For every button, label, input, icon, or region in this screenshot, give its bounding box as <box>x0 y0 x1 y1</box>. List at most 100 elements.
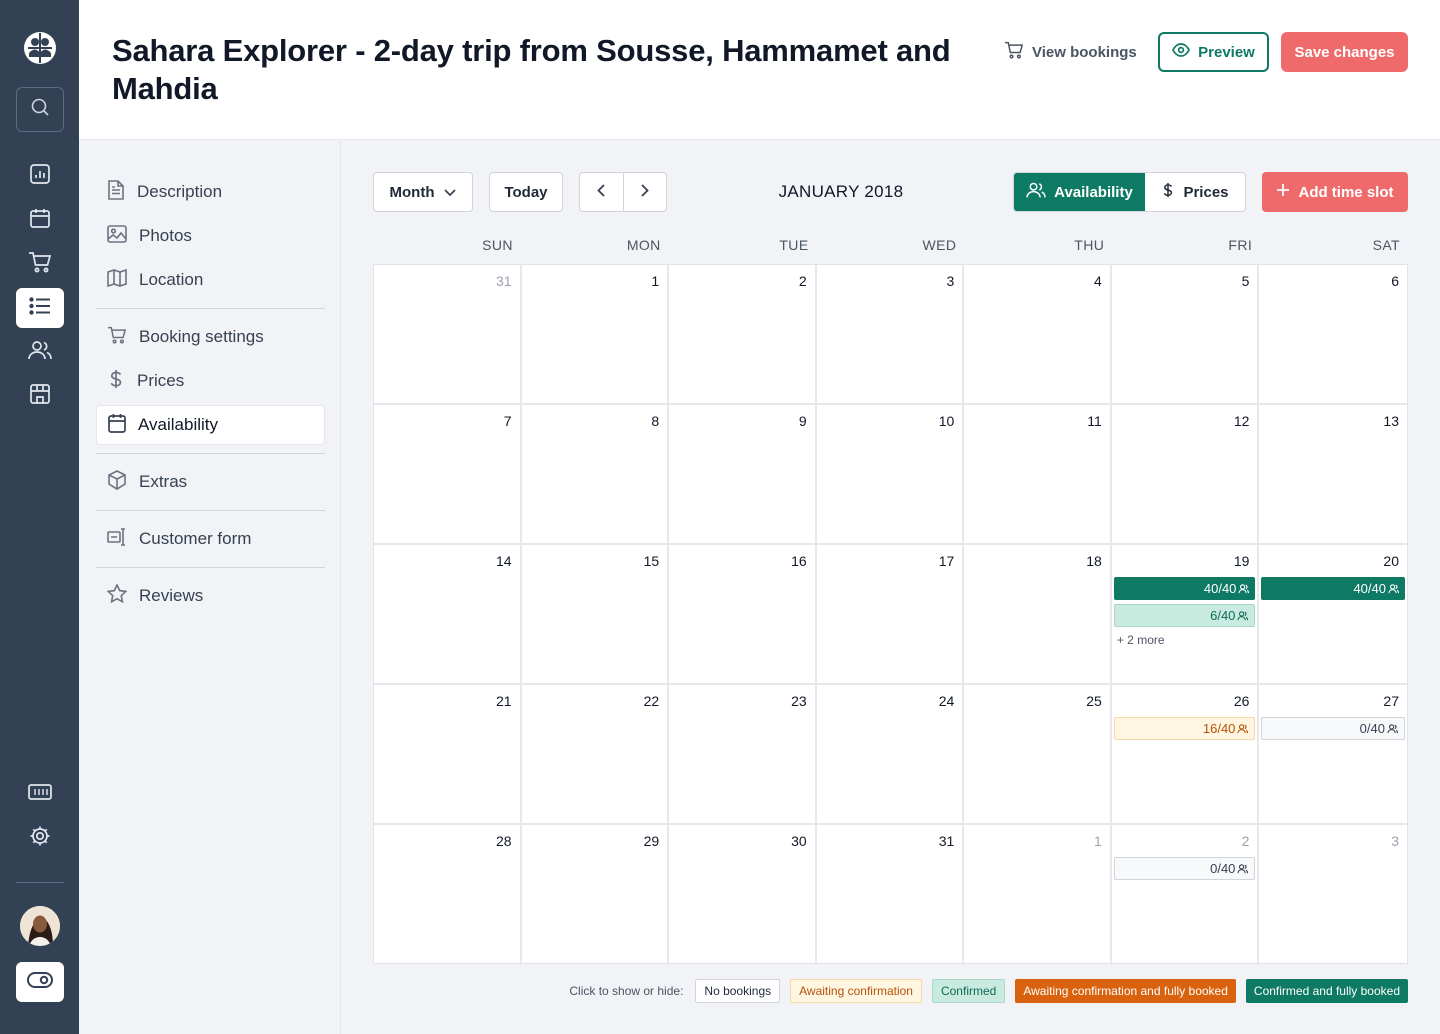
day-number: 13 <box>1383 413 1399 429</box>
theme-toggle[interactable] <box>16 962 64 1002</box>
preview-button[interactable]: Preview <box>1158 32 1269 72</box>
calendar-day[interactable]: 26 16/40 <box>1111 685 1260 825</box>
day-number: 25 <box>1086 693 1102 709</box>
calendar-day[interactable]: 10 <box>816 405 965 545</box>
map-icon <box>107 268 127 292</box>
day-number: 3 <box>946 273 955 289</box>
calendar-day[interactable]: 12 <box>1111 405 1260 545</box>
calendar-day[interactable]: 25 <box>964 685 1112 825</box>
view-mode-select[interactable]: Month <box>373 172 473 212</box>
prices-tab[interactable]: Prices <box>1145 173 1245 211</box>
day-number: 29 <box>643 833 660 849</box>
time-slot[interactable]: 0/40 <box>1113 857 1256 880</box>
time-slot[interactable]: 40/40 <box>1261 577 1405 600</box>
avatar[interactable] <box>20 906 60 946</box>
previous-month-button[interactable] <box>580 173 623 211</box>
calendar-day[interactable]: 1 <box>964 825 1112 965</box>
day-number: 9 <box>798 413 807 429</box>
settings-button[interactable] <box>16 818 64 858</box>
status-legend: Click to show or hide: No bookings Awaiti… <box>341 979 1408 1003</box>
day-number: 15 <box>643 553 660 569</box>
calendar-day[interactable]: 4 <box>964 265 1112 405</box>
day-number: 27 <box>1383 693 1399 709</box>
calendar-day[interactable]: 24 <box>816 685 965 825</box>
calendar-day[interactable]: 29 <box>522 825 670 965</box>
nav-item-prices[interactable]: Prices <box>96 361 325 401</box>
nav-item-extras[interactable]: Extras <box>96 462 325 502</box>
calendar-day[interactable]: 3 <box>1259 825 1407 965</box>
calendar-day[interactable]: 3 <box>816 265 965 405</box>
calendar-day[interactable]: 30 <box>669 825 817 965</box>
legend-chip[interactable]: Confirmed and fully booked <box>1245 979 1408 1003</box>
calendar-grid: 31 1 2 3 4 5 6 7 8 9 10 11 12 13 14 15 16 17 18 19 40/40 6/40… <box>373 264 1408 965</box>
availability-tab[interactable]: Availability <box>1014 173 1145 211</box>
logo-icon[interactable] <box>23 31 57 65</box>
calendar-day[interactable]: 21 <box>374 685 522 825</box>
cart-button[interactable] <box>16 244 64 284</box>
calendar-day[interactable]: 20 40/40 <box>1259 545 1407 685</box>
list-button[interactable] <box>16 288 64 328</box>
view-bookings-link[interactable]: View bookings <box>1004 41 1137 63</box>
calendar-day[interactable]: 16 <box>669 545 817 685</box>
nav-item-description[interactable]: Description <box>96 172 325 212</box>
nav-item-photos[interactable]: Photos <box>96 216 325 256</box>
calendar-day[interactable]: 11 <box>964 405 1112 545</box>
calendar-day[interactable]: 7 <box>374 405 522 545</box>
nav-item-customer-form[interactable]: Customer form <box>96 519 325 559</box>
day-number: 21 <box>495 693 512 709</box>
nav-divider <box>96 308 325 309</box>
calendar-day[interactable]: 31 <box>817 825 965 965</box>
legend-chip[interactable]: Confirmed <box>931 979 1006 1003</box>
calendar-day[interactable]: 15 <box>521 545 670 685</box>
day-number: 8 <box>651 413 660 429</box>
more-slots-link[interactable]: + 2 more <box>1114 633 1256 647</box>
calendar-day[interactable]: 5 <box>1111 265 1260 405</box>
calendar-day[interactable]: 22 <box>521 685 670 825</box>
today-button[interactable]: Today <box>489 172 563 212</box>
users-button[interactable] <box>16 332 64 372</box>
nav-item-location[interactable]: Location <box>96 260 325 300</box>
day-number: 6 <box>1391 273 1399 289</box>
legend-chip[interactable]: Awaiting confirmation and fully booked <box>1015 979 1236 1003</box>
calendar-day[interactable]: 6 <box>1259 265 1407 405</box>
next-month-button[interactable] <box>622 173 666 211</box>
calendar-day[interactable]: 8 <box>521 405 670 545</box>
calendar-day[interactable]: 27 0/40 <box>1259 685 1407 825</box>
nav-item-availability[interactable]: Availability <box>96 405 325 445</box>
day-number: 4 <box>1094 273 1102 289</box>
calendar-day[interactable]: 13 <box>1259 405 1407 545</box>
search-button[interactable] <box>16 87 64 132</box>
list-icon <box>29 296 51 320</box>
calendar-day[interactable]: 1 <box>521 265 670 405</box>
ticket-icon <box>28 783 52 806</box>
calendar-day[interactable]: 28 <box>374 825 522 965</box>
analytics-button[interactable] <box>16 156 64 196</box>
calendar-day[interactable]: 31 <box>374 265 522 405</box>
calendar-day[interactable]: 2 0/40 <box>1112 825 1260 965</box>
ticket-button[interactable] <box>16 774 64 814</box>
calendar-day[interactable]: 23 <box>669 685 817 825</box>
nav-item-booking-settings[interactable]: Booking settings <box>96 317 325 357</box>
calendar-day[interactable]: 14 <box>374 545 522 685</box>
time-slot[interactable]: 16/40 <box>1113 717 1256 740</box>
day-number: 2 <box>798 273 807 289</box>
calendar-day[interactable]: 2 <box>669 265 817 405</box>
nav-item-reviews[interactable]: Reviews <box>96 576 325 616</box>
save-changes-button[interactable]: Save changes <box>1281 32 1408 72</box>
calendar-button[interactable] <box>16 200 64 240</box>
legend-chip[interactable]: Awaiting confirmation <box>790 979 922 1003</box>
nav-item-label: Reviews <box>139 586 204 605</box>
nav-item-label: Prices <box>137 371 185 390</box>
time-slot[interactable]: 40/40 <box>1113 577 1256 600</box>
calendar-day[interactable]: 9 <box>669 405 817 545</box>
chevron-down-icon <box>444 184 457 201</box>
time-slot[interactable]: 0/40 <box>1261 717 1405 740</box>
legend-chip[interactable]: No bookings <box>695 979 781 1003</box>
calendar-day[interactable]: 17 <box>816 545 965 685</box>
calendar-day[interactable]: 18 <box>964 545 1112 685</box>
plus-icon <box>1276 183 1290 201</box>
time-slot[interactable]: 6/40 <box>1113 604 1256 627</box>
storefront-button[interactable] <box>16 376 64 416</box>
add-time-slot-button[interactable]: Add time slot <box>1262 172 1408 212</box>
calendar-day[interactable]: 19 40/40 6/40 + 2 more <box>1111 545 1260 685</box>
